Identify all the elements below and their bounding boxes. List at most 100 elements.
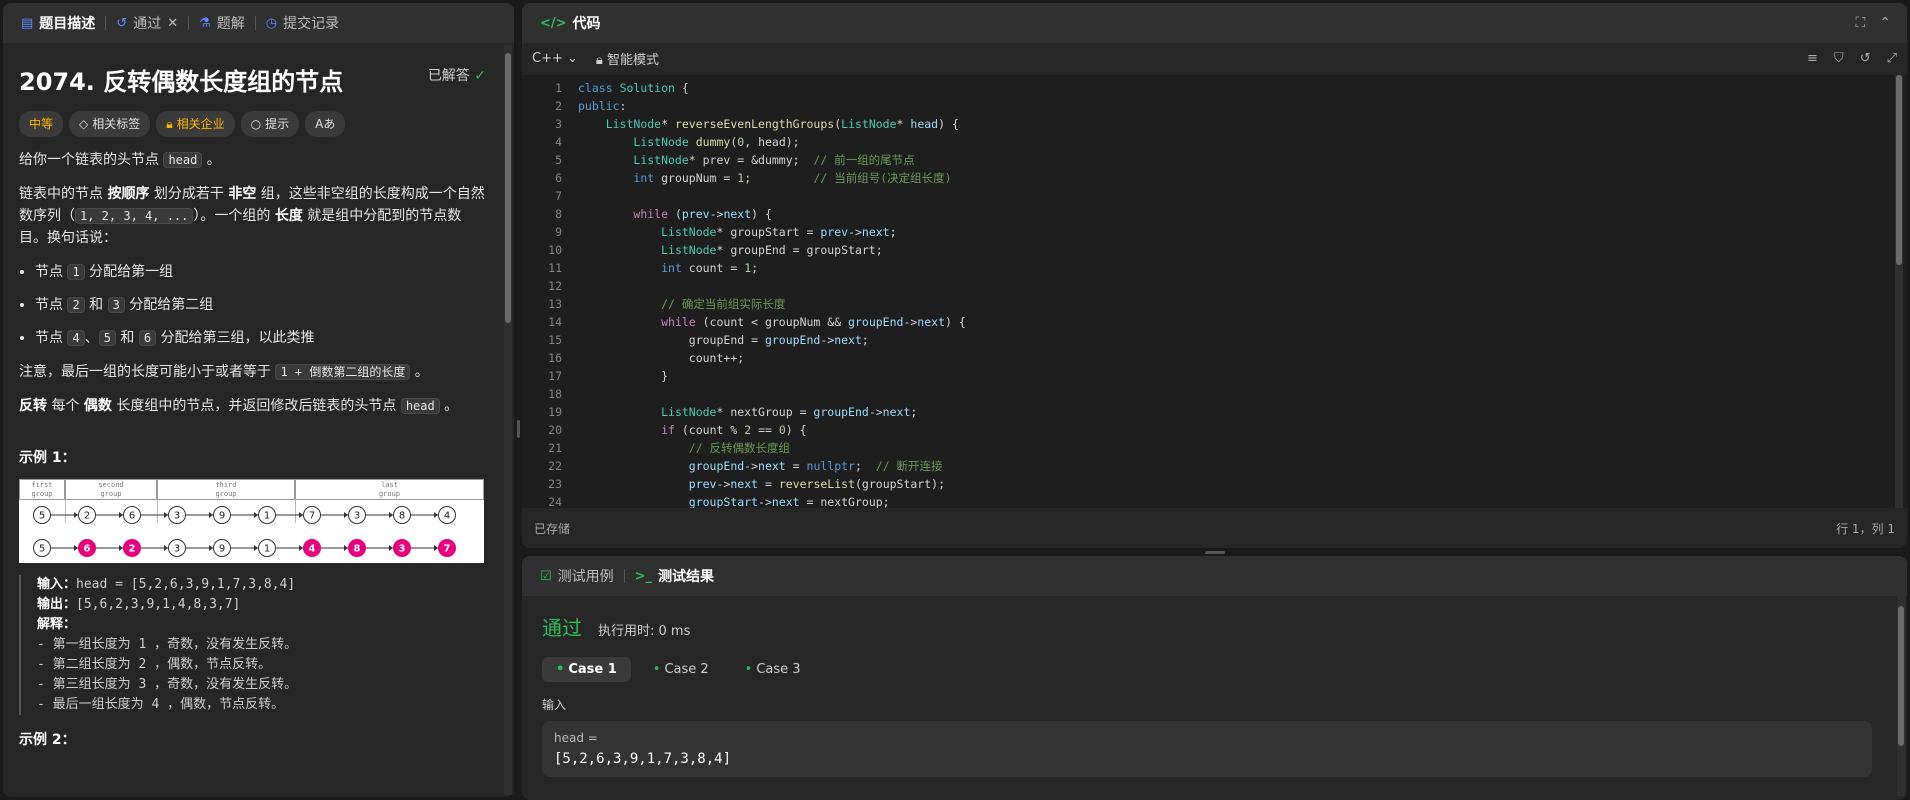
case-tab-1[interactable]: • Case 1 <box>542 657 631 682</box>
node-value: 7 <box>444 544 451 555</box>
text: 。 <box>439 398 459 414</box>
hint-label: 提示 <box>265 117 290 131</box>
editor-scrollbar[interactable] <box>1895 75 1903 508</box>
tab-test-result[interactable]: >_ 测试结果 <box>625 556 724 596</box>
arrow-head <box>74 512 78 518</box>
code-line: prev->next = reverseList(groupStart); <box>688 477 946 491</box>
tab-accepted[interactable]: ↺ 通过 ✕ <box>106 3 188 43</box>
arrow-head <box>164 545 168 551</box>
line-number: 12 <box>548 279 562 293</box>
line-number: 20 <box>548 423 562 437</box>
tab-solutions[interactable]: ⚗ 题解 <box>189 3 255 43</box>
result-summary: 通过 执行用时: 0 ms <box>542 612 1887 641</box>
code-line: // 反转偶数长度组 <box>688 441 791 455</box>
output-value: [5,6,2,3,9,1,4,8,3,7] <box>76 597 241 612</box>
line-number: 6 <box>555 171 562 185</box>
close-icon[interactable]: ✕ <box>167 17 178 30</box>
font-size-icon: Aあ <box>315 117 336 131</box>
line-number: 9 <box>555 225 562 239</box>
arrow-head <box>434 545 438 551</box>
result-status: 通过 <box>542 616 582 640</box>
arrow-head <box>299 545 303 551</box>
text: 节点 <box>35 297 68 313</box>
line-number: 10 <box>548 243 562 257</box>
line-number: 4 <box>555 135 562 149</box>
bookmark-icon[interactable]: ⛉ <box>1834 51 1844 66</box>
editor-status-bar: 已存储 行 1，列 1 <box>522 508 1907 548</box>
cursor-position: 行 1，列 1 <box>1836 521 1895 536</box>
code-line: ListNode dummy(0, head); <box>633 135 800 149</box>
list-item: 节点 2 和 3 分配给第二组 <box>35 294 486 316</box>
line-number: 17 <box>548 369 562 383</box>
panel-resize-handle[interactable] <box>517 420 520 438</box>
test-scrollbar[interactable] <box>1897 596 1905 796</box>
line-number: 23 <box>548 477 562 491</box>
code-line: while (count < groupNum && groupEnd->nex… <box>661 315 966 329</box>
code-editor[interactable]: 1 2 3 4 5 6 7 8 9 10 11 12 13 14 15 16 17 18 19 20 21 22 23 24 … <box>522 75 1907 508</box>
case-tab-2[interactable]: • Case 2 <box>639 657 723 682</box>
tab-submissions[interactable]: ◷ 提交记录 <box>256 3 349 43</box>
case-label: Case 3 <box>756 662 801 677</box>
tab-code[interactable]: </> 代码 <box>530 3 611 43</box>
inline-code: 2 <box>67 297 85 313</box>
problem-scrollbar[interactable] <box>504 45 512 795</box>
linked-list-diagram: firstgroupsecondgroupthirdgrouplastgroup… <box>19 479 484 557</box>
group-label: group <box>31 490 52 498</box>
mode-toggle[interactable]: 🔒︎ 智能模式 <box>596 49 659 68</box>
node-value: 6 <box>129 511 135 522</box>
font-size-button[interactable]: Aあ <box>305 111 346 137</box>
reset-icon[interactable]: ↺ <box>1860 51 1871 66</box>
bold-text: 反转 <box>19 398 47 414</box>
terminal-icon: >_ <box>634 568 653 584</box>
problem-panel: ▤ 题目描述 ↺ 通过 ✕ ⚗ 题解 ◷ 提交记录 已解答 ✓ 2074. 反转… <box>3 3 514 797</box>
case-tab-3[interactable]: • Case 3 <box>731 657 815 682</box>
text: 。 <box>202 152 221 168</box>
group-list: 节点 1 分配给第一组 节点 2 和 3 分配给第二组 节点 4、5 和 6 分… <box>35 261 486 349</box>
scrollbar-thumb[interactable] <box>505 53 511 323</box>
code-line: groupEnd->next = nullptr; // 断开连接 <box>688 459 943 473</box>
input-label: 输入： <box>37 577 77 592</box>
code-line: ListNode* prev = &dummy; // 前一组的尾节点 <box>633 153 915 167</box>
code-lines[interactable]: class Solution { public: ListNode* rever… <box>578 79 966 508</box>
scrollbar-thumb[interactable] <box>1896 75 1902 265</box>
case-label: Case 2 <box>664 662 709 677</box>
node-value: 8 <box>354 544 361 555</box>
related-tags-button[interactable]: ◇ 相关标签 <box>69 111 151 137</box>
tab-testcases[interactable]: ☑ 测试用例 <box>530 556 624 596</box>
fullscreen-icon[interactable]: ⛶ <box>1855 15 1865 31</box>
line-number: 3 <box>555 117 562 131</box>
related-companies-button[interactable]: 🔒︎ 相关企业 <box>156 111 235 137</box>
language-select[interactable]: C++ ⌄ <box>532 51 578 66</box>
text: 分配给第三组，以此类推 <box>156 330 315 346</box>
variable-value: [5,2,6,3,9,1,7,3,8,4] <box>554 751 732 767</box>
related-companies-label: 相关企业 <box>176 117 225 131</box>
format-icon[interactable]: ≡ <box>1807 51 1818 66</box>
node-value: 6 <box>84 544 91 555</box>
tab-accepted-label: 通过 <box>133 16 162 32</box>
arrow-head <box>389 545 393 551</box>
code-line: groupEnd = groupEnd->next; <box>578 333 869 347</box>
arrow-head <box>119 545 123 551</box>
expand-icon[interactable]: ⤢ <box>1887 51 1897 66</box>
code-tab-bar: </> 代码 ⛶ ⌃ <box>522 3 1907 43</box>
code-line: class Solution { <box>578 81 689 95</box>
difficulty-badge[interactable]: 中等 <box>19 111 64 137</box>
scrollbar-thumb[interactable] <box>1898 606 1904 746</box>
panel-resize-handle-horizontal[interactable] <box>1205 551 1225 554</box>
collapse-icon[interactable]: ⌃ <box>1879 15 1891 31</box>
left-tab-bar: ▤ 题目描述 ↺ 通过 ✕ ⚗ 题解 ◷ 提交记录 <box>3 3 514 43</box>
code-line: ListNode* groupEnd = groupStart; <box>661 243 883 257</box>
hint-button[interactable]: ○ 提示 <box>240 111 300 137</box>
tag-icon: ◇ <box>79 117 89 131</box>
text: 节点 <box>35 330 68 346</box>
pass-dot-icon: • <box>556 662 565 677</box>
example-figure: first group second group third group last group… <box>19 479 484 563</box>
test-result-body: 通过 执行用时: 0 ms • Case 1 • Case 2 • Case 3 输入… <box>522 596 1907 793</box>
code-line: count++; <box>578 351 745 365</box>
line-number: 21 <box>548 441 562 455</box>
line-number: 16 <box>548 351 562 365</box>
case-label: Case 1 <box>568 662 617 677</box>
tab-description[interactable]: ▤ 题目描述 <box>11 3 105 43</box>
bold-text: 长度 <box>274 208 303 224</box>
line-number: 19 <box>548 405 562 419</box>
